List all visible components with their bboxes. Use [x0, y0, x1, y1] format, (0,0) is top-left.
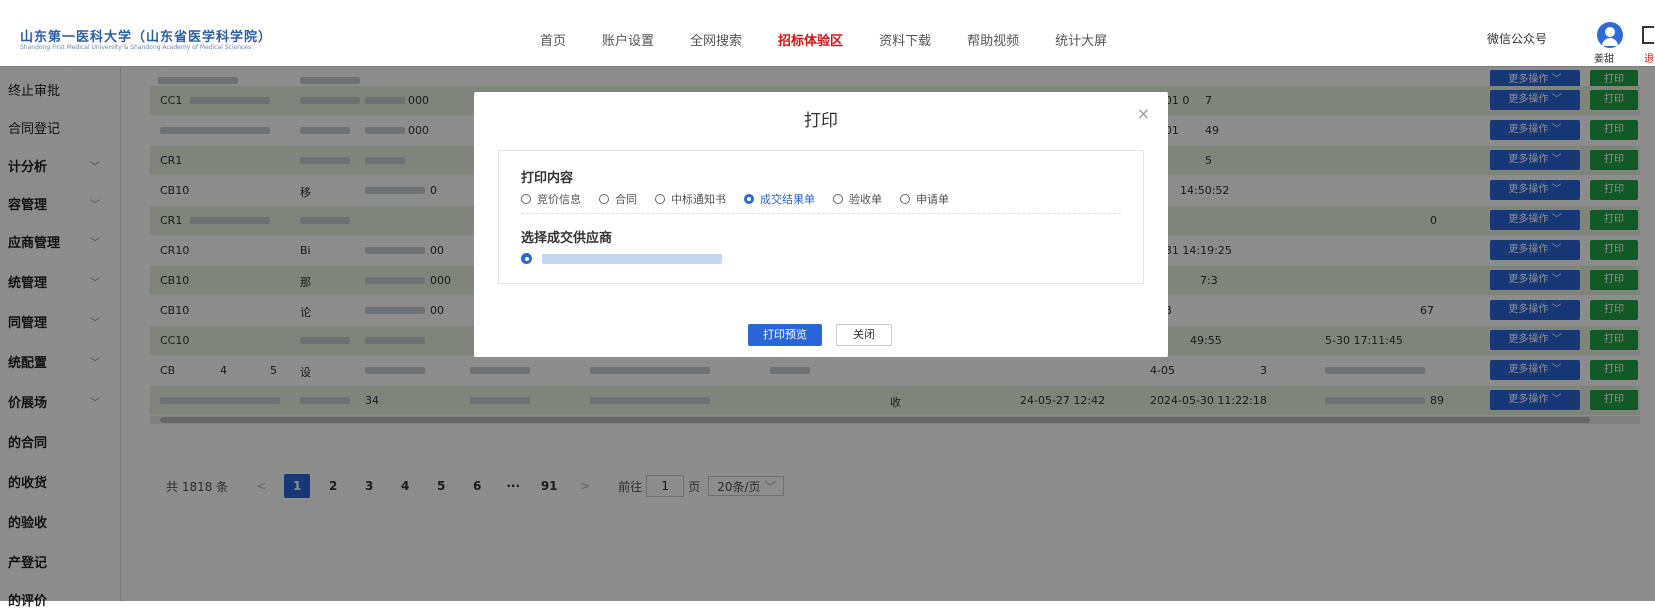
- radio-contract[interactable]: 合同: [599, 191, 637, 207]
- radio-deal-result[interactable]: 成交结果单: [744, 191, 815, 207]
- divider: [521, 213, 1121, 214]
- nav-downloads[interactable]: 资料下载: [879, 30, 931, 49]
- radio-icon: [521, 194, 531, 204]
- print-preview-button[interactable]: 打印预览: [748, 324, 822, 346]
- radio-acceptance[interactable]: 验收单: [833, 191, 882, 207]
- radio-checked-icon: [744, 194, 754, 204]
- supplier-title: 选择成交供应商: [521, 231, 613, 246]
- nav-stats-screen[interactable]: 统计大屏: [1055, 30, 1107, 49]
- print-content-title: 打印内容: [521, 171, 574, 186]
- user-avatar-icon[interactable]: [1597, 22, 1623, 48]
- radio-bid-info[interactable]: 竞价信息: [521, 191, 581, 207]
- logo-title[interactable]: 山东第一医科大学（山东省医学科学院）: [20, 26, 272, 45]
- print-content-radio-group: 竞价信息 合同 中标通知书 成交结果单 验收单 申请单: [521, 191, 967, 207]
- logout-icon[interactable]: [1642, 26, 1654, 44]
- nav-search[interactable]: 全网搜索: [690, 30, 742, 49]
- logo-subtitle: Shandong First Medical University & Shan…: [20, 44, 252, 51]
- radio-icon: [900, 194, 910, 204]
- close-icon[interactable]: ×: [1137, 104, 1150, 123]
- print-options-panel: 打印内容 竞价信息 合同 中标通知书 成交结果单 验收单 申请单 选择成交供应商: [498, 150, 1144, 284]
- logout-label[interactable]: 退: [1644, 50, 1654, 65]
- user-name[interactable]: 姜甜: [1594, 50, 1614, 65]
- nav-home[interactable]: 首页: [540, 30, 566, 49]
- radio-icon: [599, 194, 609, 204]
- supplier-name-redacted: [542, 253, 722, 264]
- print-dialog: 打印 × 打印内容 竞价信息 合同 中标通知书 成交结果单 验收单 申请单 选择…: [474, 92, 1168, 357]
- main-nav: 首页 账户设置 全网搜索 招标体验区 资料下载 帮助视频 统计大屏: [540, 30, 1143, 49]
- nav-account-settings[interactable]: 账户设置: [602, 30, 654, 49]
- close-button[interactable]: 关闭: [836, 324, 892, 346]
- radio-icon: [655, 194, 665, 204]
- dialog-title: 打印: [804, 111, 838, 131]
- nav-help-videos[interactable]: 帮助视频: [967, 30, 1019, 49]
- top-header: 山东第一医科大学（山东省医学科学院） Shandong First Medica…: [0, 0, 1655, 67]
- nav-bidding-area[interactable]: 招标体验区: [778, 30, 843, 49]
- radio-award-notice[interactable]: 中标通知书: [655, 191, 726, 207]
- radio-application[interactable]: 申请单: [900, 191, 949, 207]
- supplier-option[interactable]: [521, 253, 722, 264]
- radio-icon: [833, 194, 843, 204]
- radio-checked-icon: [521, 253, 532, 264]
- wechat-link[interactable]: 微信公众号: [1487, 30, 1547, 47]
